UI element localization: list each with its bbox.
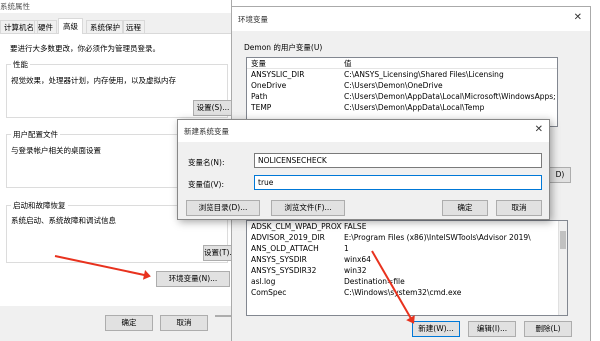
vertical-scrollbar[interactable] xyxy=(558,221,567,315)
environment-variables-button[interactable]: 环境变量(N)... xyxy=(156,271,230,287)
sysprops-ok-button[interactable]: 确定 xyxy=(105,315,153,331)
user-profile-label: 用户配置文件 xyxy=(11,129,60,140)
startup-recovery-desc: 系统启动、系统故障和调试信息 xyxy=(11,216,116,225)
variable-name-label: 变量名(N): xyxy=(188,158,225,167)
tab-remote[interactable]: 远程 xyxy=(122,20,145,33)
variable-value-field[interactable]: true xyxy=(254,175,542,190)
browse-file-button[interactable]: 浏览文件(F)... xyxy=(271,200,345,216)
user-vars-label: Demon 的用户变量(U) xyxy=(244,43,323,52)
col-value-header[interactable]: 值 xyxy=(342,58,352,68)
env-titlebar: 环境变量 ✕ xyxy=(232,7,590,31)
dialog-ok-button[interactable]: 确定 xyxy=(442,200,488,216)
performance-group: 性能 视觉效果，处理器计划，内存使用，以及虚拟内存 设置(S)... xyxy=(6,59,233,118)
sysprops-cancel-button[interactable]: 取消 xyxy=(160,315,208,331)
performance-desc: 视觉效果，处理器计划，内存使用，以及虚拟内存 xyxy=(11,76,176,85)
variable-name-field[interactable]: NOLICENSECHECK xyxy=(254,153,542,168)
new-system-variable-dialog: 新建系统变量 ✕ 变量名(N): NOLICENSECHECK 变量值(V): … xyxy=(177,119,550,220)
tab-advanced[interactable]: 高级 xyxy=(58,18,83,35)
list-item[interactable]: ANS_OLD_ATTACH 1 xyxy=(247,243,567,254)
list-item[interactable]: ComSpec C:\Windows\system32\cmd.exe xyxy=(247,287,567,298)
new-button[interactable]: 新建(W)... xyxy=(412,321,460,337)
user-vars-list[interactable]: 变量值 ANSYSLIC_DIR C:\ANSYS_Licensing\Share… xyxy=(246,57,558,127)
close-icon[interactable]: ✕ xyxy=(574,12,582,23)
list-item[interactable]: ANSYS_SYSDIR winx64 xyxy=(247,254,567,265)
tab-bar: 计算机名 硬件 高级 系统保护 远程 xyxy=(0,18,232,35)
tab-hardware[interactable]: 硬件 xyxy=(34,20,57,33)
startup-recovery-label: 启动和故障恢复 xyxy=(11,200,68,211)
list-item[interactable]: Path C:\Users\Demon\AppData\Local\Microso… xyxy=(247,91,557,102)
performance-settings-button[interactable]: 设置(S)... xyxy=(193,100,233,116)
edit-button[interactable]: 编辑(I)... xyxy=(468,321,516,337)
tab-computer-name[interactable]: 计算机名 xyxy=(0,20,38,33)
dialog-cancel-button[interactable]: 取消 xyxy=(496,200,542,216)
performance-label: 性能 xyxy=(11,59,30,70)
list-item[interactable]: OneDrive C:\Users\Demon\OneDrive xyxy=(247,80,557,91)
browse-directory-button[interactable]: 浏览目录(D)... xyxy=(186,200,260,216)
env-title: 环境变量 xyxy=(238,15,268,24)
system-properties-titlebar: 系统属性 xyxy=(0,0,231,13)
dialog-title: 新建系统变量 xyxy=(184,127,229,136)
tab-system-protection[interactable]: 系统保护 xyxy=(86,20,124,33)
list-item[interactable]: ANSYSLIC_DIR C:\ANSYS_Licensing\Shared Fi… xyxy=(247,69,557,80)
admin-note: 要进行大多数更改，你必须作为管理员登录。 xyxy=(10,44,160,53)
user-vars-header: 变量值 xyxy=(247,58,557,69)
list-item[interactable]: asl.log Destination=file xyxy=(247,276,567,287)
variable-value-label: 变量值(V): xyxy=(188,180,225,189)
user-delete-button[interactable]: D) xyxy=(549,167,571,183)
list-item[interactable]: TEMP C:\Users\Demon\AppData\Local\Temp xyxy=(247,102,557,113)
dialog-titlebar: 新建系统变量 ✕ xyxy=(178,120,549,142)
dialog-close-icon[interactable]: ✕ xyxy=(535,124,543,135)
user-profile-desc: 与登录帐户相关的桌面设置 xyxy=(11,146,101,155)
system-properties-title: 系统属性 xyxy=(0,2,30,11)
col-variable-header[interactable]: 变量 xyxy=(247,58,342,68)
scrollbar-thumb[interactable] xyxy=(560,231,566,249)
list-item[interactable]: ANSYS_SYSDIR32 win32 xyxy=(247,265,567,276)
startup-settings-button[interactable]: 设置(T)... xyxy=(203,245,233,261)
system-vars-list[interactable]: ADSK_CLM_WPAD_PROXY...FALSE ADVISOR_2019… xyxy=(246,220,568,316)
list-item[interactable]: ADSK_CLM_WPAD_PROXY...FALSE xyxy=(247,221,567,232)
delete-button[interactable]: 删除(L) xyxy=(524,321,572,337)
list-item[interactable]: ADVISOR_2019_DIR E:\Program Files (x86)\I… xyxy=(247,232,567,243)
